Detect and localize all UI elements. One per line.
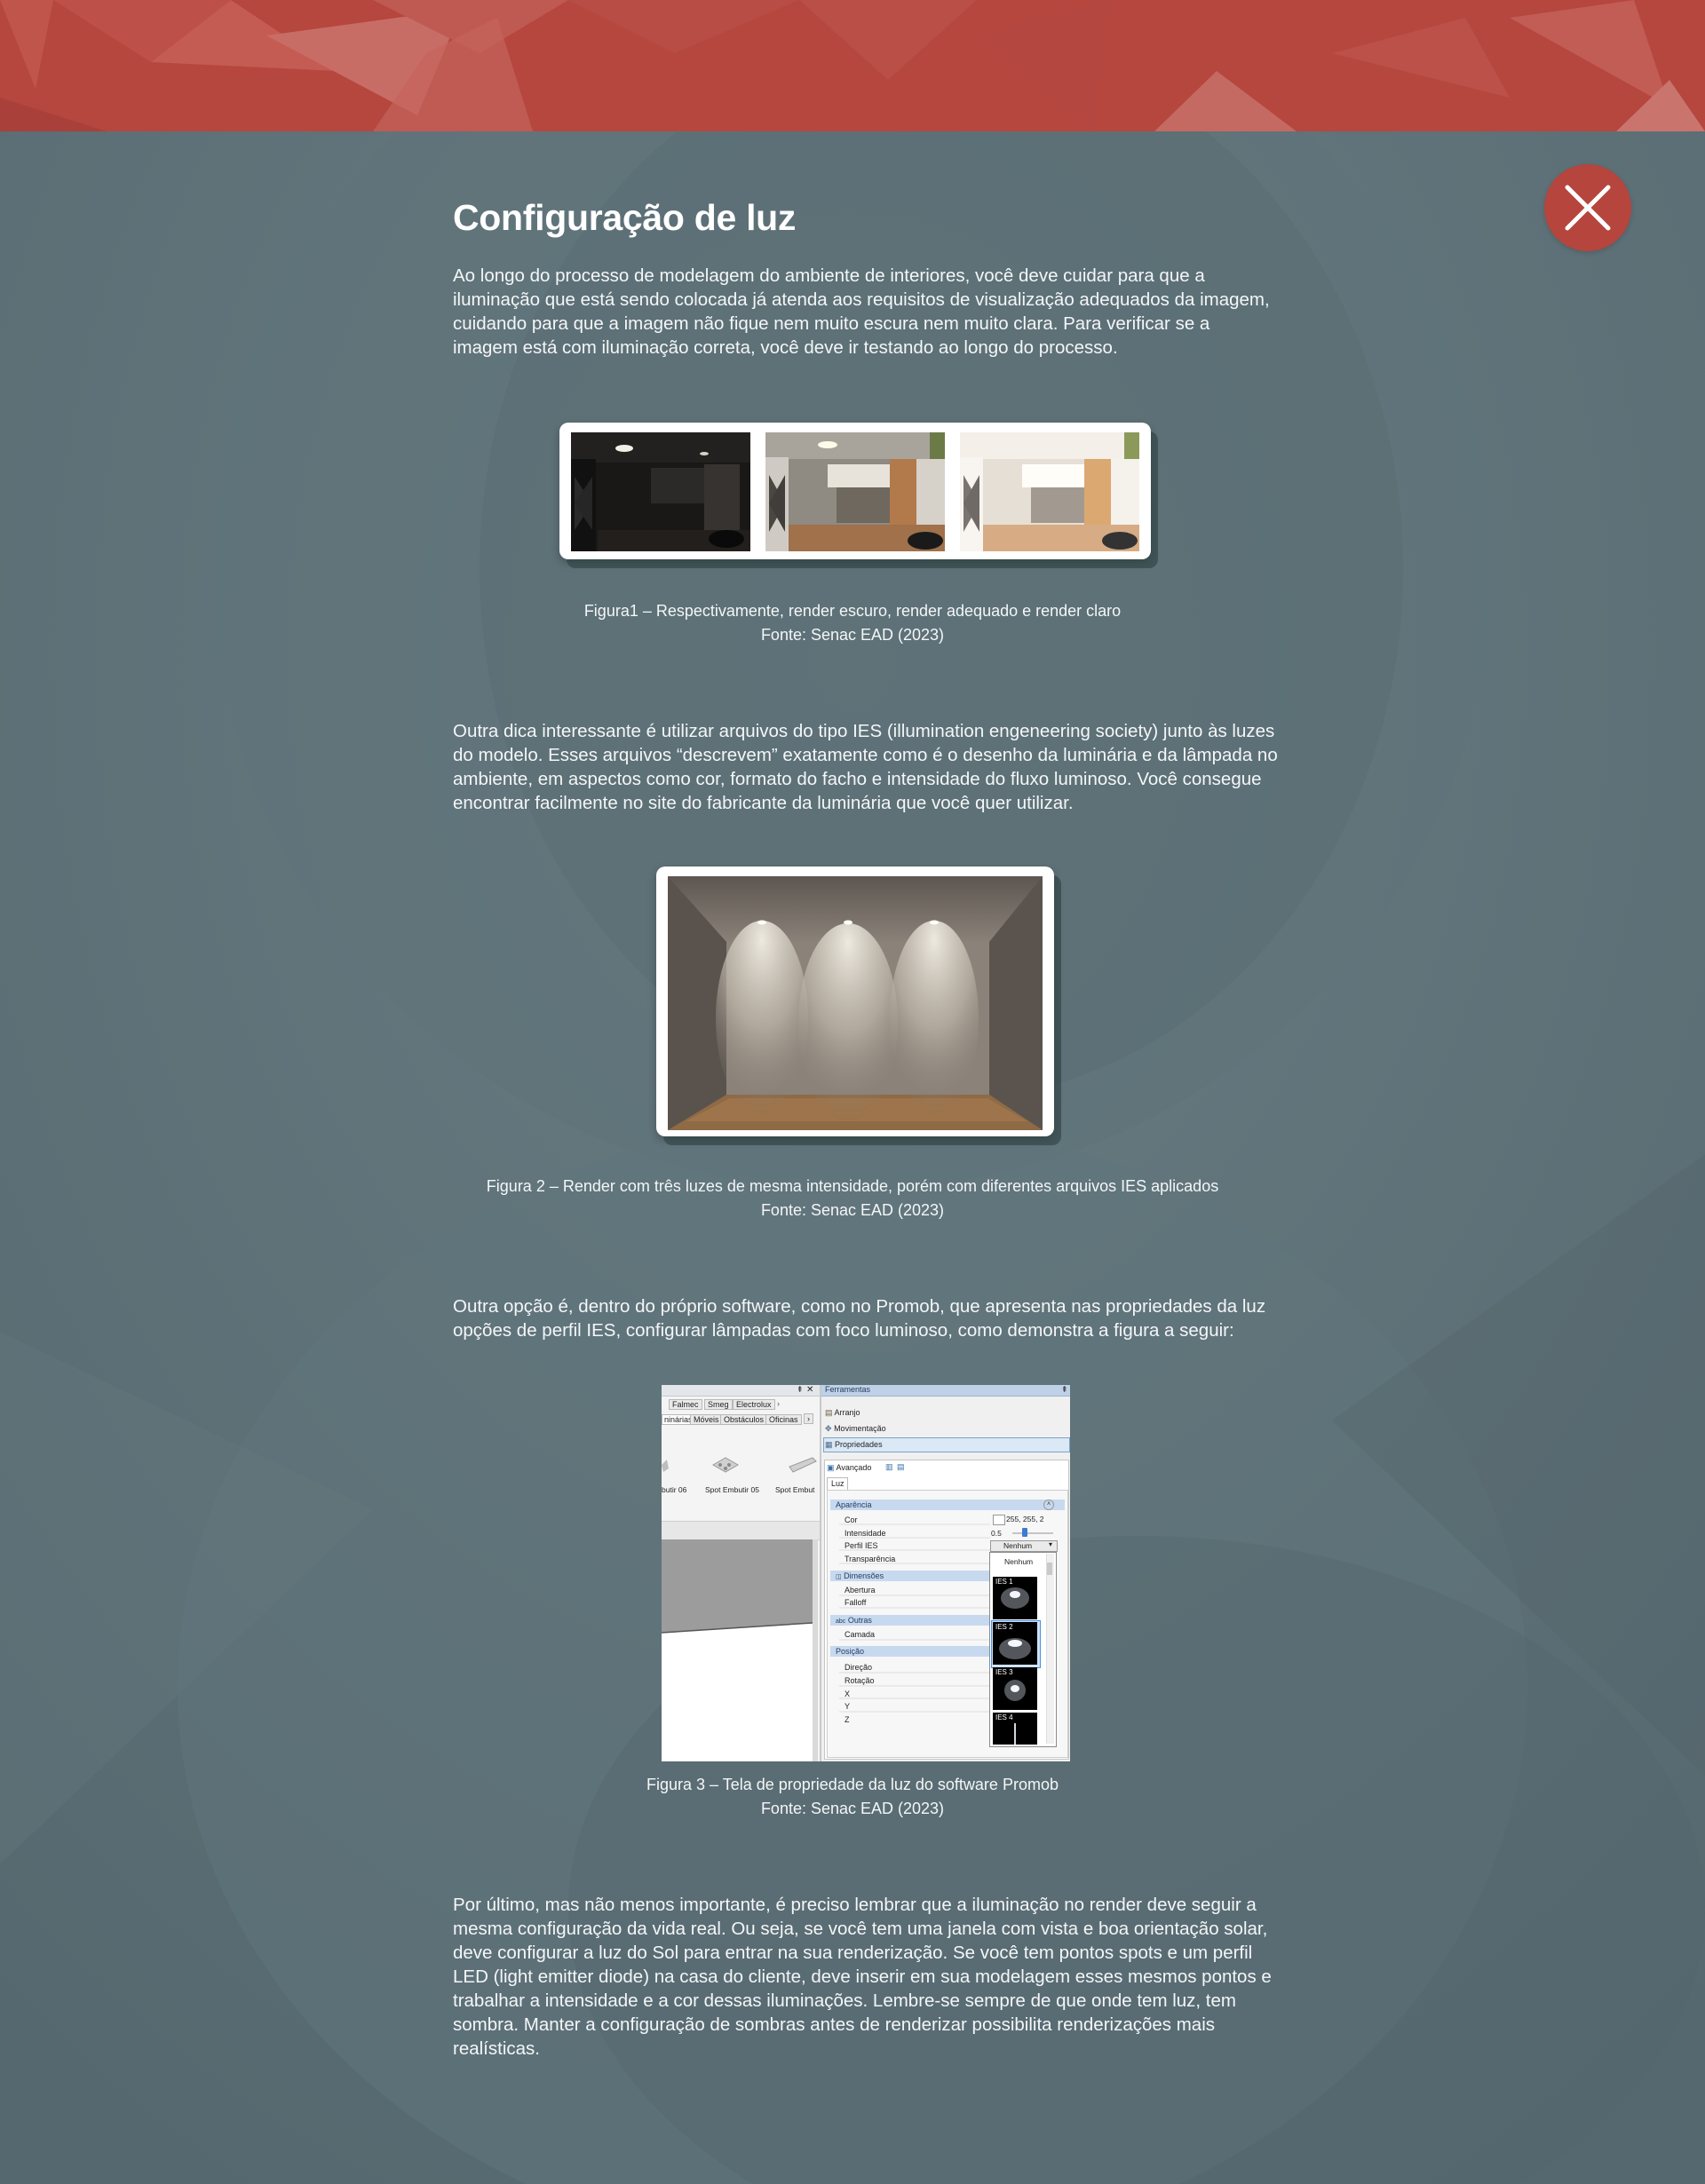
figure-2-frame <box>656 866 1054 1136</box>
subtabs-scroll-right-icon[interactable]: › <box>804 1413 813 1424</box>
ies-option-nenhum[interactable]: Nenhum <box>1004 1557 1033 1566</box>
item-spot-embutir[interactable]: Spot Embut <box>775 1485 814 1494</box>
paragraph-promob: Outra opção é, dentro do próprio softwar… <box>453 1296 1266 1341</box>
ies-option-3: IES 3 <box>995 1668 1013 1676</box>
property-grid-lines <box>839 1523 990 1713</box>
pin-icon[interactable]: ⇞ <box>797 1385 804 1395</box>
page-title: Configuração de luz <box>453 197 797 238</box>
arranjo-icon: ▤ <box>825 1408 833 1417</box>
3d-viewport[interactable] <box>662 1539 818 1761</box>
panel-close-icon[interactable]: ✕ <box>806 1385 813 1395</box>
promob-screenshot: ⇞ ✕ Falmec Smeg Electrolux › ninárias Mó… <box>662 1385 1070 1761</box>
prop-intensidade-value[interactable]: 0.5 <box>991 1529 1002 1538</box>
spot-items-icons[interactable] <box>662 1454 820 1481</box>
tab-falmec[interactable]: Falmec <box>669 1399 702 1410</box>
tool-movimentacao[interactable]: ✥ Movimentação <box>825 1424 886 1434</box>
figure-2-caption: Figura 2 – Render com três luzes de mesm… <box>486 1177 1219 1195</box>
figure-2-source: Fonte: Senac EAD (2023) <box>760 1201 945 1219</box>
prop-cor-value[interactable]: 255, 255, 2 <box>1006 1515 1044 1523</box>
close-icon <box>1565 185 1611 231</box>
ies-option-4: IES 4 <box>995 1713 1013 1721</box>
properties-icon: ▦ <box>825 1440 833 1449</box>
figure-3-caption: Figura 3 – Tela de propriedade da luz do… <box>646 1776 1059 1793</box>
render-dark-image <box>571 432 750 551</box>
tab-electrolux[interactable]: Electrolux <box>733 1399 775 1410</box>
figure-1-source: Fonte: Senac EAD (2023) <box>760 626 945 644</box>
intensity-slider[interactable] <box>1012 1532 1053 1534</box>
section-aparencia[interactable]: Aparência <box>836 1500 872 1509</box>
paragraph-intro: Ao longo do processo de modelagem do amb… <box>453 265 1270 358</box>
paragraph-ies: Outra dica interessante é utilizar arqui… <box>453 721 1278 813</box>
ies-render-image <box>668 876 1043 1130</box>
subtab-moveis[interactable]: Móveis <box>690 1414 723 1425</box>
close-button[interactable] <box>1544 164 1631 251</box>
list-view-icon[interactable]: ▤ <box>897 1462 905 1472</box>
collapse-icon[interactable]: ˄ <box>1043 1500 1054 1510</box>
render-adequate-image <box>765 432 945 551</box>
item-spot-embutir-05[interactable]: Spot Embutir 05 <box>705 1485 759 1494</box>
paragraph-closing: Por último, mas não menos importante, é … <box>453 1895 1272 2059</box>
item-spot-embutir-06[interactable]: butir 06 <box>662 1485 686 1494</box>
tab-smeg[interactable]: Smeg <box>704 1399 733 1410</box>
move-icon: ✥ <box>825 1424 832 1433</box>
advanced-icon: ▣ <box>827 1463 835 1472</box>
tool-arranjo[interactable]: ▤ Arranjo <box>825 1408 860 1418</box>
chevron-down-icon: ▾ <box>1049 1540 1053 1548</box>
tabs-scroll-right-icon[interactable]: › <box>777 1399 780 1408</box>
figure-1-caption: Figura1 – Respectivamente, render escuro… <box>583 602 1122 620</box>
ies-option-2: IES 2 <box>995 1623 1013 1631</box>
advanced-button[interactable]: ▣ Avançado <box>827 1463 871 1473</box>
render-bright-image <box>960 432 1139 551</box>
tab-luz[interactable]: Luz <box>831 1479 845 1488</box>
intensity-slider-thumb[interactable] <box>1022 1528 1027 1537</box>
panel-title: Ferramentas <box>825 1385 871 1394</box>
header-banner <box>0 0 1705 131</box>
subtab-obstaculos[interactable]: Obstáculos <box>720 1414 768 1425</box>
subtab-oficinas[interactable]: Oficinas <box>765 1414 802 1425</box>
grid-view-icon[interactable]: ▥ <box>885 1462 893 1472</box>
color-swatch[interactable] <box>993 1515 1005 1525</box>
dropdown-scroll-thumb[interactable] <box>1047 1563 1052 1575</box>
ies-dropdown-value: Nenhum <box>1003 1541 1033 1550</box>
figure-1-frame <box>559 423 1151 559</box>
ies-option-1: IES 1 <box>995 1578 1013 1586</box>
tool-propriedades[interactable]: ▦ Propriedades <box>825 1440 883 1450</box>
dropdown-scrollbar[interactable] <box>1046 1554 1054 1744</box>
panel-pin-icon[interactable]: ⇞ <box>1061 1385 1068 1395</box>
figure-3-source: Fonte: Senac EAD (2023) <box>760 1800 945 1817</box>
